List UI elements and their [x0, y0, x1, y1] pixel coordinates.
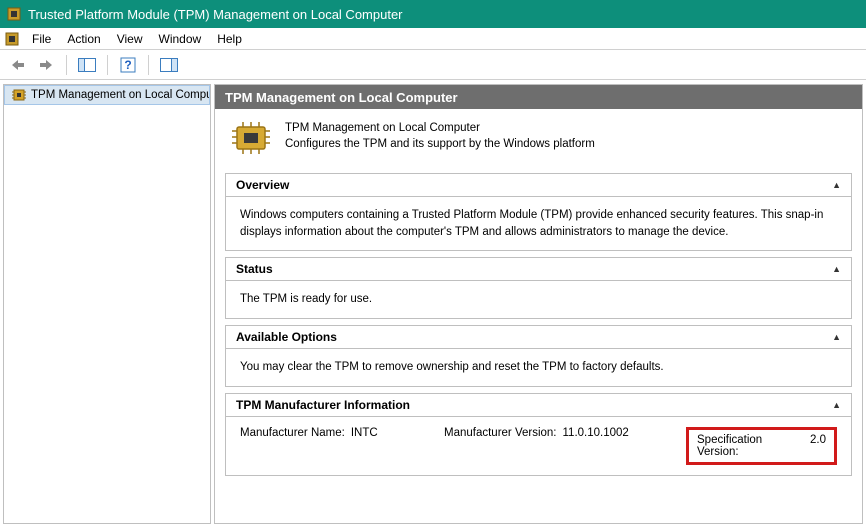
mfr-spec-field: Specification Version: 2.0: [678, 427, 837, 465]
mfr-spec-value: 2.0: [810, 434, 826, 458]
panel-status-header[interactable]: Status ▲: [226, 258, 851, 281]
main-header: TPM Management on Local Computer: [215, 85, 862, 109]
mfr-version-value: 11.0.10.1002: [563, 427, 629, 465]
menu-window[interactable]: Window: [151, 30, 210, 48]
panel-overview: Overview ▲ Windows computers containing …: [225, 173, 852, 251]
title-bar: Trusted Platform Module (TPM) Management…: [0, 0, 866, 28]
mfr-name-label: Manufacturer Name:: [240, 427, 345, 465]
panel-available-options: Available Options ▲ You may clear the TP…: [225, 325, 852, 387]
panel-manufacturer-info: TPM Manufacturer Information ▲ Manufactu…: [225, 393, 852, 476]
toolbar-separator-2: [107, 55, 108, 75]
menu-action[interactable]: Action: [59, 30, 108, 48]
content-area: TPM Management on Local Compu TPM Manage…: [0, 80, 866, 527]
panel-mfr-body: Manufacturer Name: INTC Manufacturer Ver…: [226, 417, 851, 475]
tpm-chip-icon: [11, 87, 27, 103]
window-title: Trusted Platform Module (TPM) Management…: [28, 7, 403, 22]
menu-bar: File Action View Window Help: [0, 28, 866, 50]
main-header-title: TPM Management on Local Computer: [225, 90, 458, 105]
panel-overview-body: Windows computers containing a Trusted P…: [226, 197, 851, 250]
tree-item-tpm-management[interactable]: TPM Management on Local Compu: [4, 85, 210, 105]
mfr-spec-label: Specification Version:: [697, 434, 804, 458]
tpm-large-icon: [231, 121, 271, 155]
toolbar-separator: [66, 55, 67, 75]
tree-pane[interactable]: TPM Management on Local Compu: [3, 84, 211, 524]
panel-mfr-title: TPM Manufacturer Information: [236, 398, 410, 412]
back-button[interactable]: [6, 53, 30, 77]
help-button[interactable]: ?: [116, 53, 140, 77]
mmc-icon: [4, 31, 20, 47]
menu-help[interactable]: Help: [209, 30, 250, 48]
panel-overview-title: Overview: [236, 178, 289, 192]
panel-status-body: The TPM is ready for use.: [226, 281, 851, 318]
show-hide-action-pane-button[interactable]: [157, 53, 181, 77]
app-icon: [6, 6, 22, 22]
main-pane: TPM Management on Local Computer TPM Man…: [214, 84, 863, 524]
intro-title: TPM Management on Local Computer: [285, 121, 595, 137]
intro-text: TPM Management on Local Computer Configu…: [285, 121, 595, 152]
intro-block: TPM Management on Local Computer Configu…: [215, 109, 862, 167]
forward-button[interactable]: [34, 53, 58, 77]
toolbar: ?: [0, 50, 866, 80]
mfr-version-label: Manufacturer Version:: [444, 427, 557, 465]
panel-options-title: Available Options: [236, 330, 337, 344]
toolbar-separator-3: [148, 55, 149, 75]
mfr-version-field: Manufacturer Version: 11.0.10.1002: [444, 427, 674, 465]
collapse-icon: ▲: [832, 332, 841, 342]
collapse-icon: ▲: [832, 264, 841, 274]
show-hide-tree-button[interactable]: [75, 53, 99, 77]
panel-mfr-header[interactable]: TPM Manufacturer Information ▲: [226, 394, 851, 417]
menu-file[interactable]: File: [24, 30, 59, 48]
collapse-icon: ▲: [832, 180, 841, 190]
menu-view[interactable]: View: [109, 30, 151, 48]
panel-status-title: Status: [236, 262, 273, 276]
tree-item-label: TPM Management on Local Compu: [31, 89, 210, 101]
intro-subtitle: Configures the TPM and its support by th…: [285, 137, 595, 153]
collapse-icon: ▲: [832, 400, 841, 410]
panel-options-body: You may clear the TPM to remove ownershi…: [226, 349, 851, 386]
mfr-name-field: Manufacturer Name: INTC: [240, 427, 440, 465]
spec-version-highlight: Specification Version: 2.0: [686, 427, 837, 465]
panel-status: Status ▲ The TPM is ready for use.: [225, 257, 852, 319]
mfr-name-value: INTC: [351, 427, 378, 465]
panel-options-header[interactable]: Available Options ▲: [226, 326, 851, 349]
svg-text:?: ?: [124, 58, 131, 72]
panel-overview-header[interactable]: Overview ▲: [226, 174, 851, 197]
